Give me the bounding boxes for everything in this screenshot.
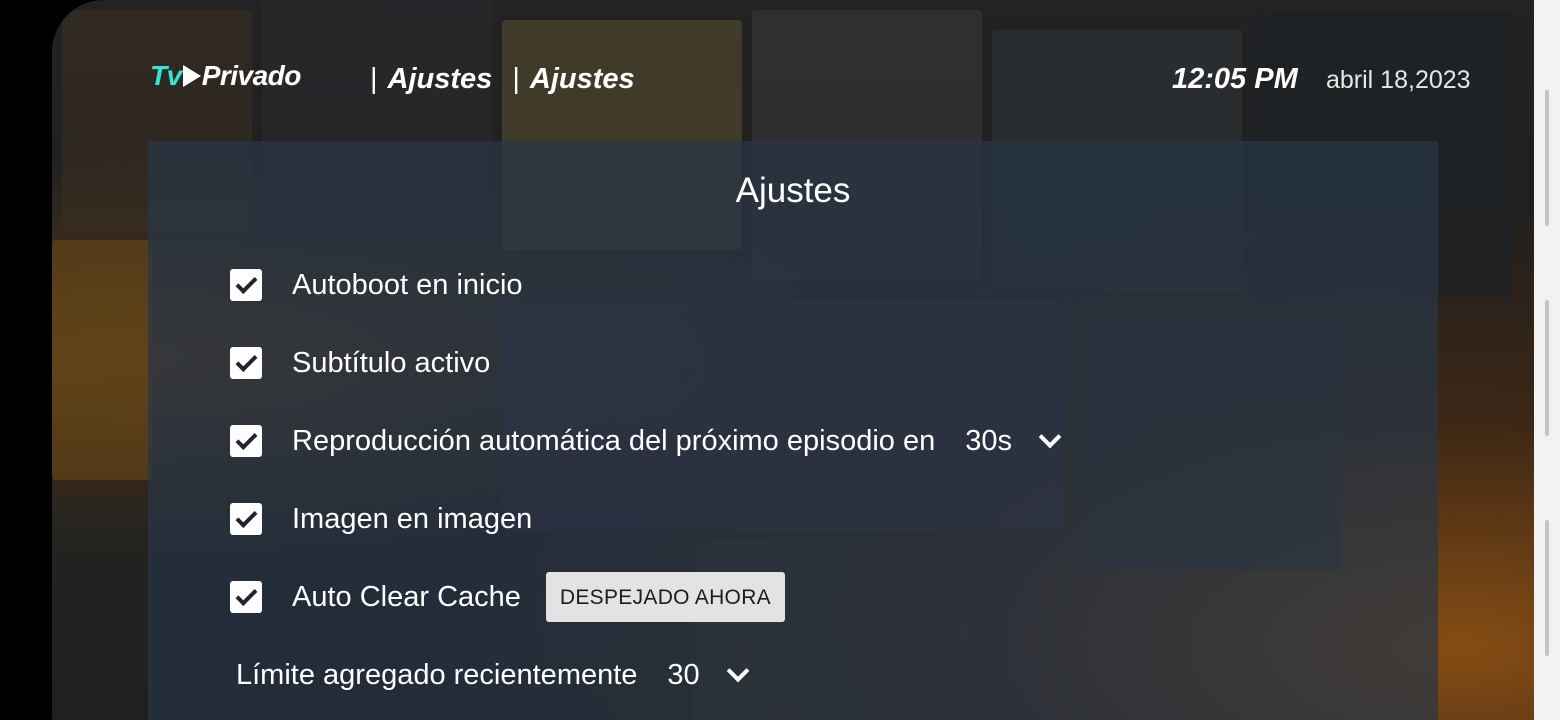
setting-label: Subtítulo activo	[292, 346, 491, 379]
setting-subtitles: Subtítulo activo	[230, 343, 490, 383]
settings-panel: Ajustes Autoboot en inicio Subtítulo act…	[148, 141, 1438, 720]
breadcrumb: | Ajustes | Ajustes	[370, 63, 635, 95]
auto-clear-cache-checkbox[interactable]	[230, 581, 262, 613]
setting-recent-limit: Límite agregado recientemente 30	[236, 655, 750, 695]
setting-label: Límite agregado recientemente	[236, 658, 638, 691]
setting-label: Imagen en imagen	[292, 502, 533, 535]
setting-label: Reproducción automática del próximo epis…	[292, 424, 936, 457]
chevron-down-icon[interactable]	[726, 659, 750, 683]
scrollbar-indicator	[1545, 520, 1549, 656]
pip-checkbox[interactable]	[230, 503, 262, 535]
date: abril 18,2023	[1326, 66, 1471, 94]
panel-title: Ajustes	[735, 171, 851, 210]
recent-limit-value[interactable]: 30	[667, 659, 699, 692]
app-screen: Tv Privado | Ajustes | Ajustes 12:05 PM abr…	[52, 0, 1534, 720]
scrollbar-indicator	[1545, 90, 1549, 226]
clock: 12:05 PM	[1172, 63, 1298, 95]
breadcrumb-item-current: Ajustes	[529, 63, 635, 95]
clear-now-button[interactable]: DESPEJADO AHORA	[545, 572, 785, 622]
checkbox-checked-icon	[235, 583, 257, 606]
checkbox-checked-icon	[235, 271, 257, 294]
chevron-down-icon[interactable]	[1038, 425, 1062, 449]
play-triangle-icon	[182, 65, 201, 87]
top-bar: Tv Privado | Ajustes | Ajustes 12:05 PM abr…	[52, 50, 1534, 110]
setting-autoplay-next: Reproducción automática del próximo epis…	[230, 421, 1062, 461]
setting-auto-clear-cache: Auto Clear Cache DESPEJADO AHORA	[230, 572, 785, 622]
setting-label: Autoboot en inicio	[292, 268, 523, 301]
checkbox-checked-icon	[235, 349, 257, 372]
setting-pip: Imagen en imagen	[230, 499, 532, 539]
autoplay-delay-value[interactable]: 30s	[965, 425, 1012, 458]
checkbox-checked-icon	[235, 505, 257, 528]
setting-autoboot: Autoboot en inicio	[230, 265, 523, 305]
autoplay-next-checkbox[interactable]	[230, 425, 262, 457]
autoboot-checkbox[interactable]	[230, 269, 262, 301]
scrollbar-indicator	[1545, 300, 1549, 436]
setting-label: Auto Clear Cache	[292, 580, 521, 613]
breadcrumb-item: Ajustes	[387, 63, 493, 95]
tvprivado-logo: Tv Privado	[150, 60, 301, 91]
subtitles-checkbox[interactable]	[230, 347, 262, 379]
checkbox-checked-icon	[235, 427, 257, 450]
